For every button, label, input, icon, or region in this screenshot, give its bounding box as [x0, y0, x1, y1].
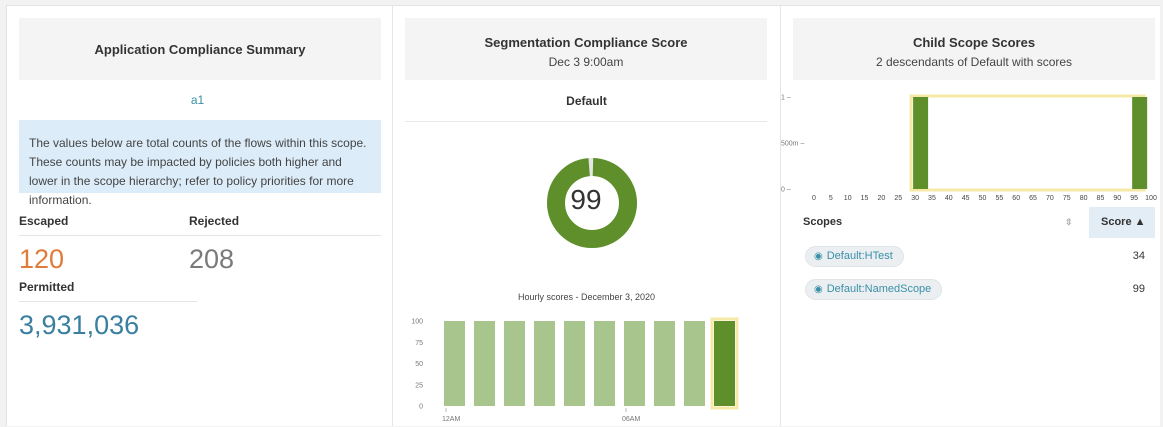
x-tick-label: 65 [1029, 195, 1037, 202]
child-scopes-title: Child Scope Scores [912, 35, 1036, 50]
x-tick-label: 30 [911, 195, 919, 202]
y-tick-label: 100 [411, 319, 423, 326]
info-text: The values below are total counts of the… [29, 136, 367, 207]
scope-icon: ◉ [814, 284, 823, 295]
scores-table-header: Scopes ⇳ Score ▲ [793, 207, 1155, 238]
bar [504, 321, 525, 406]
segmentation-title: Segmentation Compliance Score [484, 35, 688, 50]
x-tick-label: 12AM [442, 416, 460, 423]
y-tick-label: 1 – [781, 95, 791, 102]
x-tick-label: 20 [878, 195, 886, 202]
hourly-chart-title: Hourly scores - December 3, 2020 [517, 292, 656, 302]
bar [684, 321, 705, 406]
x-tick-label: 40 [945, 195, 953, 202]
x-tick-label: 25 [894, 195, 902, 202]
escaped-label: Escaped [19, 214, 189, 236]
escaped-stat: Escaped 120 [19, 214, 189, 275]
divider [405, 121, 767, 122]
scope-link[interactable]: a1 [7, 93, 388, 107]
bar [474, 321, 495, 406]
row-score: 34 [1132, 250, 1145, 262]
sort-icon: ⇳ [1065, 217, 1073, 227]
info-box: The values below are total counts of the… [19, 120, 381, 207]
x-tick-label: 100 [1145, 195, 1157, 202]
y-tick-label: 0 [419, 404, 423, 411]
x-tick-label: 06AM [622, 416, 640, 423]
bar [624, 321, 645, 406]
bar [913, 97, 929, 189]
y-tick-label: 0 – [781, 187, 791, 194]
x-tick-label: 35 [928, 195, 936, 202]
scope-pill[interactable]: ◉ Default:NamedScope [805, 279, 943, 300]
segmentation-score-panel: Segmentation Compliance Score Dec 3 9:00… [392, 6, 779, 426]
x-tick-label: 5 [829, 195, 833, 202]
permitted-stat: Permitted 3,931,036 [19, 280, 197, 341]
x-tick-label: 55 [995, 195, 1003, 202]
escaped-value: 120 [19, 244, 65, 274]
x-tick-label: 50 [979, 195, 987, 202]
score-value: 99 [570, 184, 602, 215]
child-scopes-header: Child Scope Scores 2 descendants of Defa… [793, 18, 1155, 80]
bar [1132, 97, 1148, 189]
child-scope-scores-panel: Child Scope Scores 2 descendants of Defa… [780, 6, 1161, 426]
x-tick-label: 75 [1063, 195, 1071, 202]
segmentation-subtitle: Dec 3 9:00am [548, 55, 624, 69]
y-tick-label: 25 [415, 382, 423, 389]
bar [714, 321, 735, 406]
bar [444, 321, 465, 406]
y-tick-label: 75 [415, 340, 423, 347]
x-tick-label: 70 [1046, 195, 1054, 202]
scope-name: Default [566, 94, 607, 108]
app-compliance-summary-panel: Application Compliance Summary a1 The va… [7, 6, 388, 426]
column-header-scopes[interactable]: Scopes ⇳ [793, 207, 1089, 238]
range-highlight [909, 94, 1146, 192]
table-row: ◉ Default:NamedScope 99 [793, 275, 1155, 307]
scope-pill-label: Default:NamedScope [826, 283, 932, 295]
x-tick-label: 80 [1080, 195, 1088, 202]
bar [594, 321, 615, 406]
scope-pill-label: Default:HTest [826, 250, 893, 262]
x-tick-label: 60 [1012, 195, 1020, 202]
summary-title: Application Compliance Summary [94, 42, 306, 57]
x-tick-label: 90 [1113, 195, 1121, 202]
score-distribution-chart: 1 – 500m – 0 – 0 5 10 15 20 25 30 35 40 45 50 55 60 65 70… [781, 94, 1157, 202]
rejected-value: 208 [189, 244, 235, 274]
x-tick-label: 15 [861, 195, 869, 202]
bar [534, 321, 555, 406]
scope-icon: ◉ [814, 251, 823, 262]
hourly-bar-chart: 100 75 50 25 0 12AM 06AM [411, 317, 739, 423]
rejected-label: Rejected [189, 214, 381, 236]
column-header-score[interactable]: Score ▲ [1089, 207, 1155, 238]
column-header-scopes-label: Scopes [803, 216, 843, 228]
x-tick-label: 85 [1097, 195, 1105, 202]
x-tick-label: 45 [962, 195, 970, 202]
bar [564, 321, 585, 406]
table-row: ◉ Default:HTest 34 [793, 242, 1155, 274]
permitted-value: 3,931,036 [19, 310, 140, 340]
dashboard: Application Compliance Summary a1 The va… [6, 5, 1160, 426]
x-tick-label: 0 [812, 195, 816, 202]
y-tick-label: 50 [415, 361, 423, 368]
row-score: 99 [1132, 283, 1145, 295]
x-tick-label: 95 [1130, 195, 1138, 202]
bar [654, 321, 675, 406]
permitted-label: Permitted [19, 280, 197, 302]
child-scopes-subtitle: 2 descendants of Default with scores [875, 55, 1073, 69]
segmentation-header: Segmentation Compliance Score Dec 3 9:00… [405, 18, 767, 80]
summary-header: Application Compliance Summary [19, 18, 381, 80]
rejected-stat: Rejected 208 [189, 214, 381, 275]
scope-pill[interactable]: ◉ Default:HTest [805, 246, 904, 267]
y-tick-label: 500m – [781, 141, 804, 148]
x-tick-label: 10 [844, 195, 852, 202]
